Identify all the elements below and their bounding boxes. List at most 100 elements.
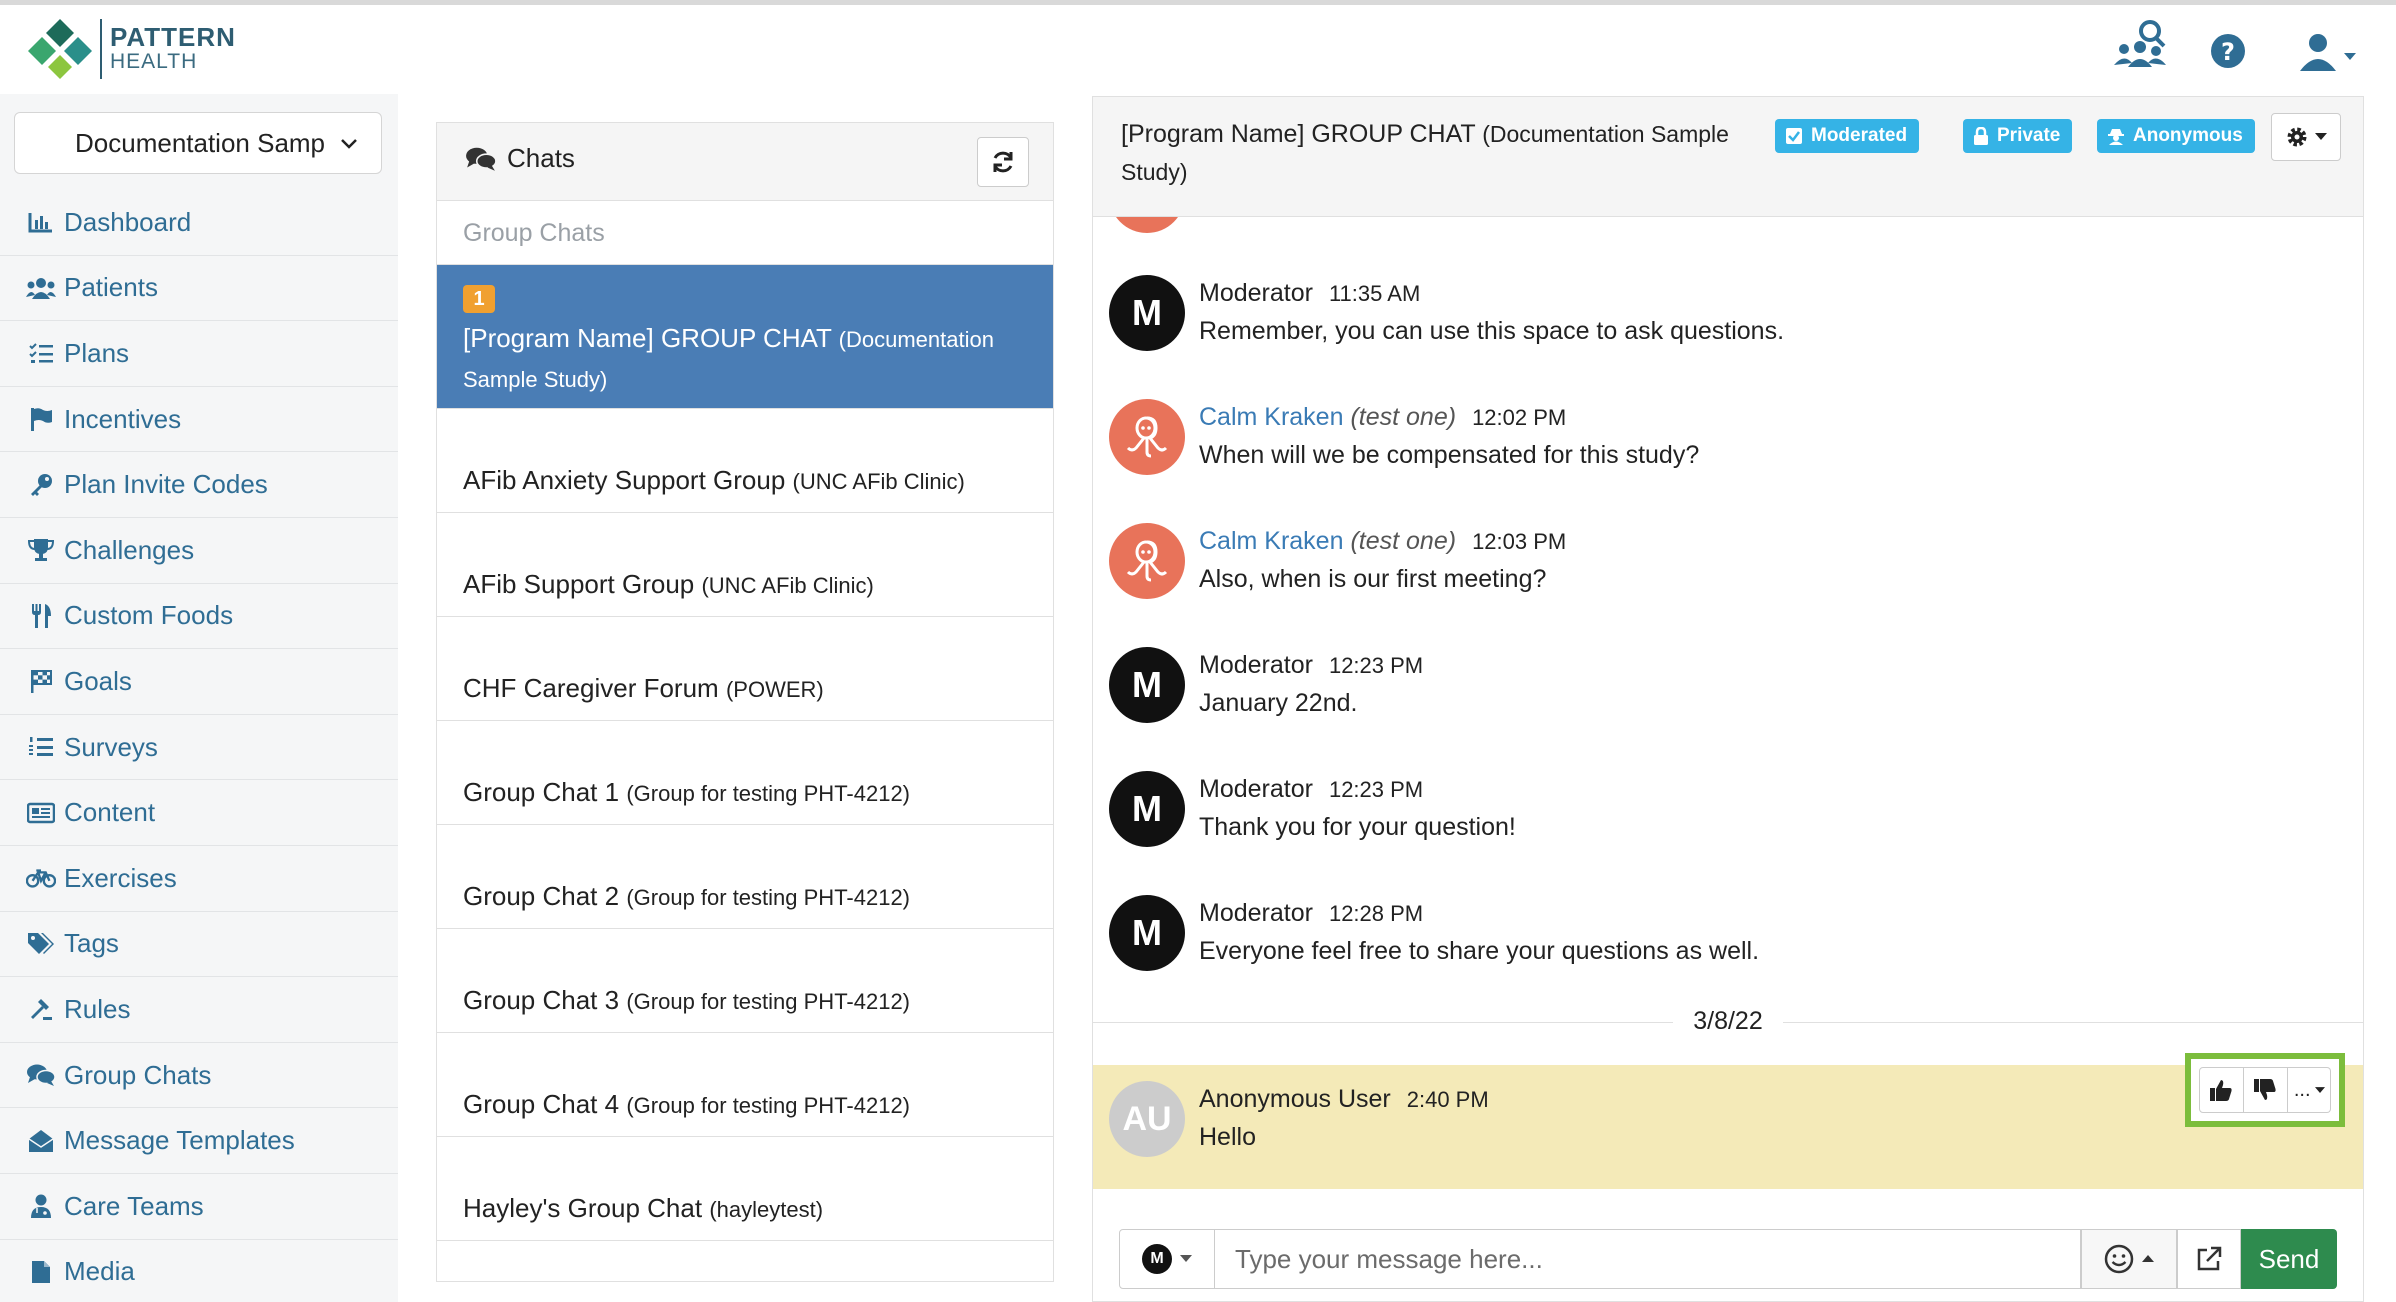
- sidebar-item-challenges[interactable]: Challenges: [0, 518, 398, 584]
- open-external-button[interactable]: [2177, 1229, 2241, 1289]
- sidebar-item-tags[interactable]: Tags: [0, 912, 398, 978]
- chat-item-title: CHF Caregiver Forum: [463, 673, 719, 703]
- message-meta: Anonymous User 2:40 PM: [1199, 1085, 1489, 1114]
- chat-settings-button[interactable]: [2271, 113, 2341, 161]
- chat-item-sub: (POWER): [725, 677, 824, 702]
- list-ol-icon: [26, 734, 56, 760]
- smile-icon: [2104, 1244, 2134, 1274]
- sidebar-item-content[interactable]: Content: [0, 780, 398, 846]
- sidebar-item-label: Media: [64, 1256, 135, 1287]
- sidebar-item-care-teams[interactable]: Care Teams: [0, 1174, 398, 1240]
- sidebar-item-message-templates[interactable]: Message Templates: [0, 1108, 398, 1174]
- conversation-panel: [Program Name] GROUP CHAT (Documentation…: [1092, 96, 2364, 1302]
- sidebar-item-group-chats[interactable]: Group Chats: [0, 1043, 398, 1109]
- sidebar-item-label: Dashboard: [64, 206, 192, 237]
- message-meta: Calm Kraken (test one) 12:02 PM: [1199, 403, 1566, 432]
- dislike-button[interactable]: [2243, 1067, 2289, 1113]
- anonymous-tag-label: Anonymous: [2133, 125, 2243, 146]
- sidebar-item-label: Plan Invite Codes: [64, 469, 268, 500]
- chat-item[interactable]: Group Chat 3 (Group for testing PHT-4212…: [437, 929, 1053, 1033]
- like-button[interactable]: [2199, 1067, 2244, 1113]
- message-actions-group: ...: [2185, 1053, 2345, 1127]
- avatar: [1109, 217, 1185, 233]
- caret-down-icon: [2314, 1086, 2325, 1093]
- sidebar-item-label: Plans: [64, 337, 130, 368]
- sidebar-item-incentives[interactable]: Incentives: [0, 387, 398, 453]
- send-button[interactable]: Send: [2241, 1229, 2337, 1289]
- message-meta: Calm Kraken (test one) 12:03 PM: [1199, 527, 1566, 556]
- sidebar-item-label: Challenges: [64, 534, 195, 565]
- sidebar-item-patients[interactable]: Patients: [0, 256, 398, 322]
- message-meta: Moderator 12:23 PM: [1199, 775, 1423, 804]
- sidebar-item-plan-invite-codes[interactable]: Plan Invite Codes: [0, 452, 398, 518]
- help-icon[interactable]: ?: [2210, 33, 2246, 69]
- program-select[interactable]: Documentation Samp: [14, 112, 382, 174]
- message-text: Everyone feel free to share your questio…: [1199, 937, 1760, 965]
- message-meta: Moderator 12:23 PM: [1199, 651, 1423, 680]
- sidebar-item-goals[interactable]: Goals: [0, 649, 398, 715]
- chat-item[interactable]: CHF Caregiver Forum (POWER): [437, 617, 1053, 721]
- chat-item[interactable]: Hayley's Group Chat (hayleytest): [437, 1137, 1053, 1241]
- caret-down-icon: [1180, 1255, 1192, 1262]
- chat-item-name: Group Chat 1 (Group for testing PHT-4212…: [463, 777, 910, 808]
- comments-icon: [26, 1062, 56, 1088]
- message: Calm Kraken (test one) 12:03 PM Also, whe…: [1109, 523, 2349, 633]
- caret-up-icon: [2142, 1255, 2154, 1262]
- message-list[interactable]: M Moderator 11:35 AM Remember, you can us…: [1093, 217, 2363, 1219]
- user-menu-icon[interactable]: [2300, 33, 2360, 73]
- caret-down-icon: [2315, 133, 2327, 140]
- date-separator: 3/8/22: [1093, 1007, 2363, 1037]
- avatar: M: [1109, 647, 1185, 723]
- chat-item-title: Hayley's Group Chat: [463, 1193, 703, 1223]
- chat-item[interactable]: AFib Anxiety Support Group (UNC AFib Cli…: [437, 409, 1053, 513]
- bar-chart-icon: [26, 209, 56, 235]
- chat-item-name: Hayley's Group Chat (hayleytest): [463, 1193, 823, 1224]
- brand-text: PATTERN HEALTH: [110, 23, 236, 73]
- message-author-link[interactable]: Calm Kraken: [1199, 403, 1344, 431]
- sidebar-item-plans[interactable]: Plans: [0, 321, 398, 387]
- chat-item[interactable]: Group Chat 1 (Group for testing PHT-4212…: [437, 721, 1053, 825]
- emoji-picker-button[interactable]: [2081, 1229, 2177, 1289]
- anonymous-tag: Anonymous: [2097, 119, 2255, 153]
- sidebar-item-label: Rules: [64, 993, 131, 1024]
- sidebar-item-exercises[interactable]: Exercises: [0, 846, 398, 912]
- chat-item[interactable]: Group Chat 2 (Group for testing PHT-4212…: [437, 825, 1053, 929]
- private-tag: Private: [1963, 119, 2073, 153]
- sidebar-item-label: Goals: [64, 665, 132, 696]
- highlighted-message[interactable]: AU Anonymous User 2:40 PM Hello ...: [1093, 1053, 2363, 1189]
- refresh-button[interactable]: [977, 137, 1029, 187]
- chat-item-active[interactable]: 1 [Program Name] GROUP CHAT (Documentati…: [437, 265, 1053, 409]
- sidebar-item-surveys[interactable]: Surveys: [0, 715, 398, 781]
- sidebar-item-media[interactable]: Media: [0, 1240, 398, 1302]
- chat-item[interactable]: Group Chat 4 (Group for testing PHT-4212…: [437, 1033, 1053, 1137]
- chat-item-name: CHF Caregiver Forum (POWER): [463, 673, 824, 704]
- sidebar-item-label: Care Teams: [64, 1190, 204, 1221]
- users-icon: [26, 275, 56, 301]
- more-actions-button[interactable]: ...: [2288, 1067, 2332, 1113]
- message-author-alias: (test one): [1350, 527, 1457, 555]
- message-text: Remember, you can use this space to ask …: [1199, 317, 1785, 345]
- chat-item-sub: (UNC AFib Clinic): [701, 573, 874, 598]
- envelope-open-icon: [26, 1128, 56, 1154]
- sidebar-item-dashboard[interactable]: Dashboard: [0, 190, 398, 256]
- logo-divider: [100, 19, 102, 79]
- message-author-link[interactable]: Calm Kraken: [1199, 527, 1344, 555]
- message-time: 12:02 PM: [1472, 405, 1567, 430]
- message-text: Hello: [1199, 1123, 1256, 1151]
- post-as-user-select[interactable]: M: [1119, 1229, 1215, 1289]
- message-author-alias: (test one): [1350, 403, 1457, 431]
- sidebar-item-label: Message Templates: [64, 1125, 295, 1156]
- chat-item-title: Group Chat 2: [463, 881, 620, 911]
- moderated-tag-label: Moderated: [1811, 125, 1908, 146]
- thumbs-down-icon: [2254, 1079, 2277, 1100]
- sidebar-item-custom-foods[interactable]: Custom Foods: [0, 584, 398, 650]
- tasks-icon: [26, 340, 56, 366]
- sidebar-item-rules[interactable]: Rules: [0, 977, 398, 1043]
- chat-item-sub: (Group for testing PHT-4212): [626, 781, 911, 806]
- message-input[interactable]: [1215, 1229, 2081, 1289]
- chat-item[interactable]: AFib Support Group (UNC AFib Clinic): [437, 513, 1053, 617]
- pattern-health-logo[interactable]: [22, 17, 98, 83]
- sidebar-item-label: Surveys: [64, 731, 158, 762]
- care-team-search-icon[interactable]: [2112, 17, 2168, 69]
- chat-item-title: AFib Support Group: [463, 569, 695, 599]
